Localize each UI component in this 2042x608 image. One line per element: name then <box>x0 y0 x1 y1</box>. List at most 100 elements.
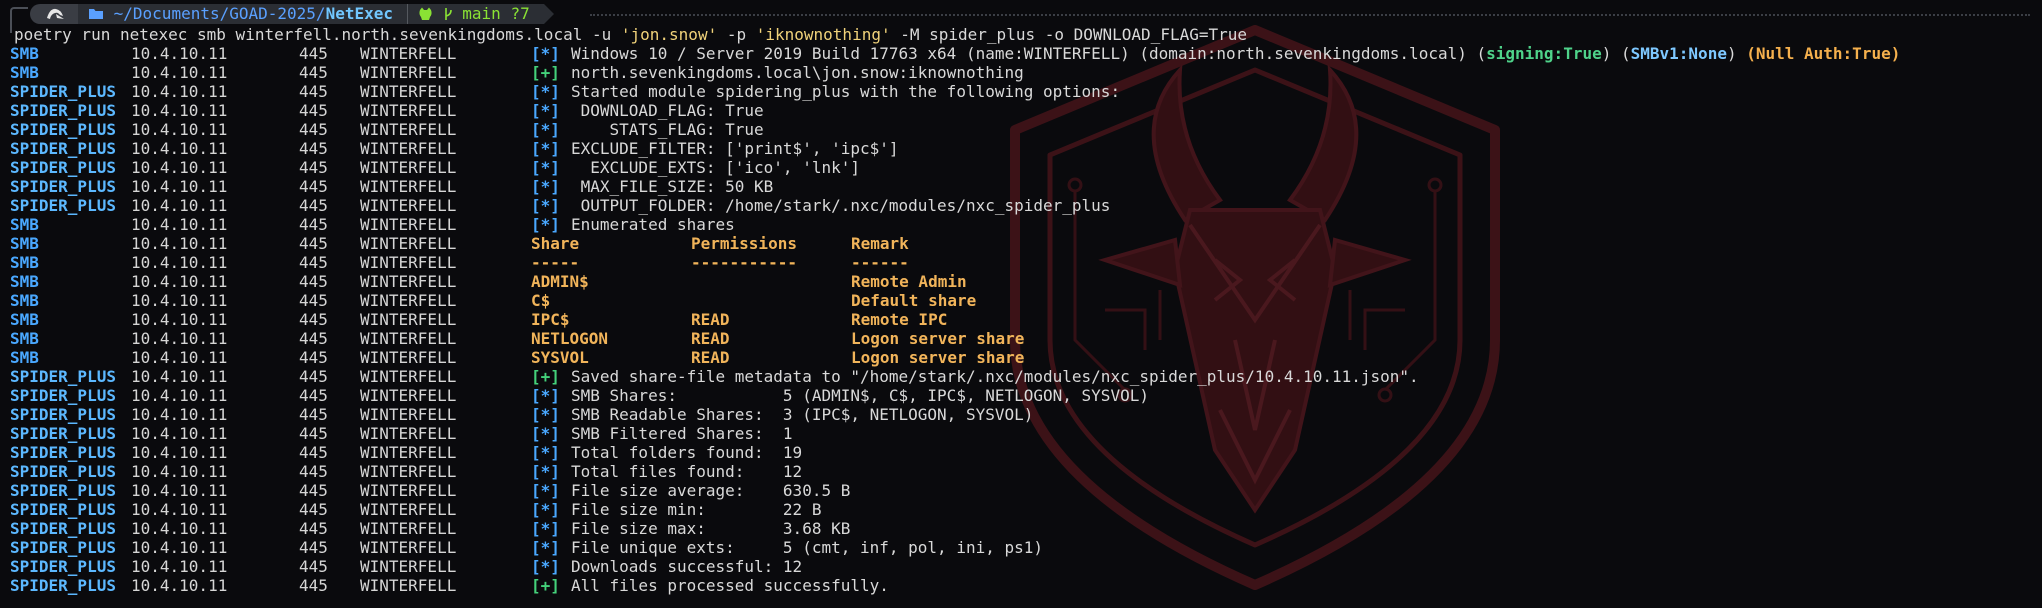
hostname: WINTERFELL <box>360 386 457 405</box>
port: 445 <box>299 500 328 519</box>
ip-address: 10.4.10.11 <box>131 519 228 538</box>
ip-address: 10.4.10.11 <box>131 44 228 63</box>
port: 445 <box>299 177 328 196</box>
share-permission: READ <box>691 348 730 367</box>
ip-address: 10.4.10.11 <box>131 158 228 177</box>
prompt-end-arrow <box>543 4 554 24</box>
tux-penguin-icon <box>47 8 64 19</box>
output-line: SPIDER_PLUS 10.4.10.11 445 WINTERFELL [*] ST… <box>10 120 764 139</box>
output-message: OUTPUT_FOLDER: /home/stark/.nxc/modules/… <box>571 196 1111 215</box>
share-permission: READ <box>691 310 730 329</box>
output-message: Started module spidering_plus with the f… <box>571 82 1121 101</box>
path-segment: ~/Documents/GOAD-2025/NetExec <box>78 4 407 24</box>
ip-address: 10.4.10.11 <box>131 557 228 576</box>
port: 445 <box>299 519 328 538</box>
hostname: WINTERFELL <box>360 443 457 462</box>
command-line[interactable]: poetry run netexec smb winterfell.north.… <box>14 25 1247 44</box>
output-line: SPIDER_PLUS 10.4.10.11 445 WINTERFELL [*] Fil… <box>10 500 821 519</box>
share-row: SMB 10.4.10.11 445 WINTERFELL C$ Default shar… <box>10 291 976 310</box>
smbv1-value: SMBv1:None <box>1630 44 1727 63</box>
summary-message: SMB Filtered Shares: 1 <box>571 424 793 443</box>
hostname: WINTERFELL <box>360 120 457 139</box>
protocol-label: SPIDER_PLUS <box>10 519 116 538</box>
protocol-label: SPIDER_PLUS <box>10 101 116 120</box>
hostname: WINTERFELL <box>360 367 457 386</box>
ip-address: 10.4.10.11 <box>131 63 228 82</box>
share-permission: READ <box>691 329 730 348</box>
protocol-label: SPIDER_PLUS <box>10 196 116 215</box>
ip-address: 10.4.10.11 <box>131 139 228 158</box>
protocol-label: SMB <box>10 291 39 310</box>
share-table-separator: SMB 10.4.10.11 445 WINTERFELL ----- ---------… <box>10 253 909 272</box>
status-tag: [*] <box>531 44 560 63</box>
share-remark: Logon server share <box>851 348 1025 367</box>
ip-address: 10.4.10.11 <box>131 120 228 139</box>
status-tag: [*] <box>531 215 560 234</box>
output-line: SPIDER_PLUS 10.4.10.11 445 WINTERFELL [*] OU… <box>10 196 1110 215</box>
port: 445 <box>299 139 328 158</box>
output-line: SPIDER_PLUS 10.4.10.11 445 WINTERFELL [*] Dow… <box>10 557 802 576</box>
summary-message: File size max: 3.68 KB <box>571 519 851 538</box>
status-tag: [*] <box>531 120 560 139</box>
protocol-label: SPIDER_PLUS <box>10 158 116 177</box>
port: 445 <box>299 158 328 177</box>
share-remark: Logon server share <box>851 329 1025 348</box>
remark-column: ------ <box>851 253 909 272</box>
null-auth-value: (Null Auth:True) <box>1746 44 1901 63</box>
output-line: SPIDER_PLUS 10.4.10.11 445 WINTERFELL [*] EX… <box>10 158 860 177</box>
shell-prompt: ~/Documents/GOAD-2025/NetExec main ?7 <box>0 4 554 33</box>
hostname: WINTERFELL <box>360 196 457 215</box>
host-info-message: Windows 10 / Server 2019 Build 17763 x64… <box>571 44 1900 63</box>
ip-address: 10.4.10.11 <box>131 101 228 120</box>
port: 445 <box>299 557 328 576</box>
port: 445 <box>299 462 328 481</box>
hostname: WINTERFELL <box>360 500 457 519</box>
port: 445 <box>299 82 328 101</box>
protocol-label: SMB <box>10 329 39 348</box>
status-tag: [*] <box>531 462 560 481</box>
status-tag: [*] <box>531 443 560 462</box>
output-message: Enumerated shares <box>571 215 735 234</box>
status-tag: [*] <box>531 139 560 158</box>
protocol-label: SMB <box>10 234 39 253</box>
ip-address: 10.4.10.11 <box>131 500 228 519</box>
share-name: SYSVOL <box>531 348 589 367</box>
status-tag: [*] <box>531 101 560 120</box>
summary-message: File size min: 22 B <box>571 500 822 519</box>
hostname: WINTERFELL <box>360 82 457 101</box>
port: 445 <box>299 538 328 557</box>
summary-message: SMB Shares: 5 (ADMIN$, C$, IPC$, NETLOGO… <box>571 386 1149 405</box>
status-tag: [+] <box>531 63 560 82</box>
share-column: ----- <box>531 253 580 272</box>
hostname: WINTERFELL <box>360 310 457 329</box>
protocol-label: SPIDER_PLUS <box>10 82 116 101</box>
port: 445 <box>299 196 328 215</box>
status-tag: [*] <box>531 500 560 519</box>
github-cat-icon <box>419 7 432 20</box>
hostname: WINTERFELL <box>360 481 457 500</box>
ip-address: 10.4.10.11 <box>131 310 228 329</box>
port: 445 <box>299 329 328 348</box>
ip-address: 10.4.10.11 <box>131 272 228 291</box>
hostname: WINTERFELL <box>360 44 457 63</box>
permissions-column: ----------- <box>691 253 797 272</box>
ip-address: 10.4.10.11 <box>131 538 228 557</box>
share-row: SMB 10.4.10.11 445 WINTERFELL ADMIN$ Remote A… <box>10 272 967 291</box>
protocol-label: SPIDER_PLUS <box>10 177 116 196</box>
terminal-window[interactable]: ~/Documents/GOAD-2025/NetExec main ?7 po… <box>0 0 2042 608</box>
output-message: DOWNLOAD_FLAG: True <box>571 101 764 120</box>
port: 445 <box>299 348 328 367</box>
status-tag: [*] <box>531 405 560 424</box>
summary-message: All files processed successfully. <box>571 576 889 595</box>
ip-address: 10.4.10.11 <box>131 253 228 272</box>
summary-message: SMB Readable Shares: 3 (IPC$, NETLOGON, … <box>571 405 1034 424</box>
ip-address: 10.4.10.11 <box>131 329 228 348</box>
output-line: SPIDER_PLUS 10.4.10.11 445 WINTERFELL [*] Tot… <box>10 443 802 462</box>
ip-address: 10.4.10.11 <box>131 196 228 215</box>
host-info-sep2: ) <box>1726 44 1747 63</box>
hostname: WINTERFELL <box>360 234 457 253</box>
output-line: SPIDER_PLUS 10.4.10.11 445 WINTERFELL [*] SMB… <box>10 386 1149 405</box>
hostname: WINTERFELL <box>360 177 457 196</box>
ip-address: 10.4.10.11 <box>131 291 228 310</box>
output-line: SPIDER_PLUS 10.4.10.11 445 WINTERFELL [*] MA… <box>10 177 773 196</box>
